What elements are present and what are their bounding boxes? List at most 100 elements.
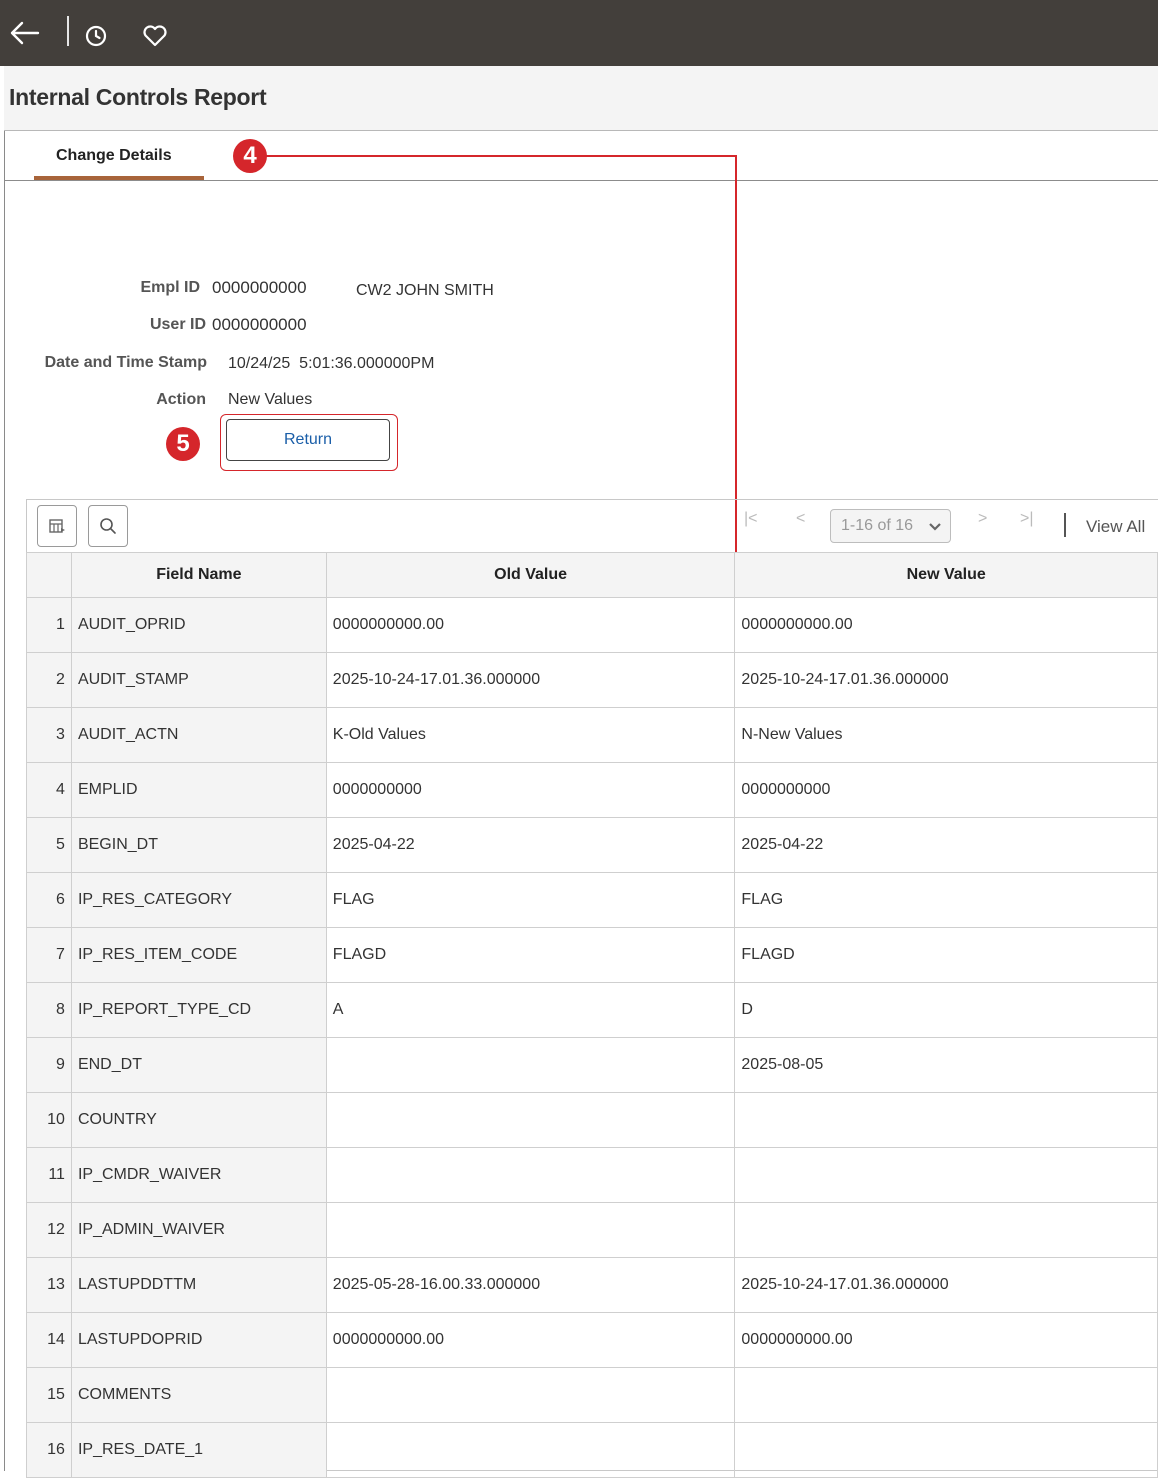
row-number-header bbox=[26, 552, 72, 598]
page-range-text: 1-16 of 16 bbox=[841, 517, 914, 534]
row-number: 16 bbox=[26, 1422, 72, 1478]
user-id-value: 0000000000 bbox=[212, 315, 307, 334]
user-id-label: User ID bbox=[149, 316, 206, 333]
field-name-cell: LASTUPDOPRID bbox=[70, 1312, 327, 1368]
last-page-icon[interactable]: >| bbox=[1020, 510, 1034, 528]
grid-header-row: Field Name Old Value New Value bbox=[26, 552, 1158, 598]
new-value-cell: 0000000000 bbox=[734, 762, 1158, 818]
row-number: 3 bbox=[26, 707, 72, 763]
field-name-cell: IP_RES_DATE_1 bbox=[70, 1422, 327, 1478]
page-range-select[interactable]: 1-16 of 16 bbox=[830, 509, 951, 543]
table-row: 11 IP_CMDR_WAIVER bbox=[26, 1147, 1158, 1203]
new-value-cell bbox=[734, 1147, 1158, 1203]
date-time-stamp-value: 10/24/25 5:01:36.000000PM bbox=[228, 355, 435, 372]
row-number: 5 bbox=[26, 817, 72, 873]
new-value-cell bbox=[734, 1367, 1158, 1423]
row-number: 8 bbox=[26, 982, 72, 1038]
new-value-cell bbox=[734, 1202, 1158, 1258]
return-button[interactable]: Return bbox=[226, 419, 390, 461]
table-row: 1 AUDIT_OPRID 0000000000.00 0000000000.00 bbox=[26, 597, 1158, 653]
old-value-cell bbox=[325, 1037, 736, 1093]
old-value-cell: 0000000000.00 bbox=[325, 597, 736, 653]
first-page-icon[interactable]: |< bbox=[744, 510, 758, 528]
old-value-cell: 0000000000.00 bbox=[325, 1312, 736, 1368]
field-name-cell: IP_ADMIN_WAIVER bbox=[70, 1202, 327, 1258]
find-in-grid-button[interactable] bbox=[88, 505, 128, 547]
action-value: New Values bbox=[228, 391, 313, 408]
banner-divider bbox=[67, 16, 69, 46]
new-value-cell bbox=[734, 1422, 1158, 1478]
new-value-cell: 2025-10-24-17.01.36.000000 bbox=[734, 1257, 1158, 1313]
old-value-cell: FLAGD bbox=[325, 927, 736, 983]
row-number: 4 bbox=[26, 762, 72, 818]
new-value-cell: 0000000000.00 bbox=[734, 1312, 1158, 1368]
chevron-down-icon bbox=[929, 523, 941, 531]
row-number: 6 bbox=[26, 872, 72, 928]
table-row: 3 AUDIT_ACTN K-Old Values N-New Values bbox=[26, 707, 1158, 763]
table-row: 14 LASTUPDOPRID 0000000000.00 0000000000.00 bbox=[26, 1312, 1158, 1368]
field-name-cell: IP_REPORT_TYPE_CD bbox=[70, 982, 327, 1038]
field-name-cell: AUDIT_STAMP bbox=[70, 652, 327, 708]
callout-5-badge: 5 bbox=[166, 427, 200, 461]
field-name-cell: IP_RES_CATEGORY bbox=[70, 872, 327, 928]
field-name-cell: BEGIN_DT bbox=[70, 817, 327, 873]
page-title-bar: Internal Controls Report bbox=[4, 66, 1158, 131]
field-name-header[interactable]: Field Name bbox=[70, 552, 327, 598]
row-number: 10 bbox=[26, 1092, 72, 1148]
new-value-cell: 2025-08-05 bbox=[734, 1037, 1158, 1093]
next-page-icon[interactable]: > bbox=[978, 510, 987, 528]
employee-name: CW2 JOHN SMITH bbox=[356, 282, 494, 299]
row-number: 11 bbox=[26, 1147, 72, 1203]
field-name-cell: IP_CMDR_WAIVER bbox=[70, 1147, 327, 1203]
field-name-cell: AUDIT_ACTN bbox=[70, 707, 327, 763]
new-value-cell: 0000000000.00 bbox=[734, 597, 1158, 653]
field-name-cell: LASTUPDDTTM bbox=[70, 1257, 327, 1313]
pager-divider bbox=[1064, 513, 1066, 537]
row-number: 13 bbox=[26, 1257, 72, 1313]
personalize-grid-button[interactable] bbox=[37, 505, 77, 547]
old-value-cell bbox=[325, 1202, 736, 1258]
table-row: 10 COUNTRY bbox=[26, 1092, 1158, 1148]
tab-change-details[interactable]: Change Details bbox=[34, 131, 204, 180]
row-number: 15 bbox=[26, 1367, 72, 1423]
table-row: 9 END_DT 2025-08-05 bbox=[26, 1037, 1158, 1093]
old-value-cell: 2025-05-28-16.00.33.000000 bbox=[325, 1257, 736, 1313]
change-details-grid: Field Name Old Value New Value 1 AUDIT_OP… bbox=[26, 552, 1158, 1478]
table-row: 6 IP_RES_CATEGORY FLAG FLAG bbox=[26, 872, 1158, 928]
previous-page-icon[interactable]: < bbox=[796, 510, 805, 528]
row-number: 2 bbox=[26, 652, 72, 708]
field-name-cell: AUDIT_OPRID bbox=[70, 597, 327, 653]
old-value-cell: 0000000000 bbox=[325, 762, 736, 818]
history-icon[interactable] bbox=[84, 24, 108, 53]
callout-4-line-vertical bbox=[735, 155, 737, 555]
row-number: 7 bbox=[26, 927, 72, 983]
old-value-cell: 2025-10-24-17.01.36.000000 bbox=[325, 652, 736, 708]
table-row: 15 COMMENTS bbox=[26, 1367, 1158, 1423]
old-value-cell: A bbox=[325, 982, 736, 1038]
top-banner bbox=[0, 0, 1158, 66]
new-value-cell: FLAG bbox=[734, 872, 1158, 928]
empl-id-label: Empl ID bbox=[140, 279, 200, 296]
old-value-cell: FLAG bbox=[325, 872, 736, 928]
back-arrow-icon[interactable] bbox=[8, 18, 40, 53]
view-all-link[interactable]: View All bbox=[1086, 517, 1145, 537]
table-row: 5 BEGIN_DT 2025-04-22 2025-04-22 bbox=[26, 817, 1158, 873]
row-number: 12 bbox=[26, 1202, 72, 1258]
new-value-header[interactable]: New Value bbox=[734, 552, 1158, 598]
grid-settings-icon bbox=[49, 519, 65, 533]
table-row: 2 AUDIT_STAMP 2025-10-24-17.01.36.000000 20… bbox=[26, 652, 1158, 708]
field-name-cell: EMPLID bbox=[70, 762, 327, 818]
new-value-cell bbox=[734, 1092, 1158, 1148]
date-time-stamp-label: Date and Time Stamp bbox=[44, 354, 207, 371]
table-row: 7 IP_RES_ITEM_CODE FLAGD FLAGD bbox=[26, 927, 1158, 983]
old-value-cell bbox=[325, 1422, 736, 1478]
field-name-cell: COUNTRY bbox=[70, 1092, 327, 1148]
action-label: Action bbox=[156, 391, 206, 408]
new-value-cell: N-New Values bbox=[734, 707, 1158, 763]
table-row: 4 EMPLID 0000000000 0000000000 bbox=[26, 762, 1158, 818]
tab-change-details-label: Change Details bbox=[56, 147, 172, 164]
old-value-cell: 2025-04-22 bbox=[325, 817, 736, 873]
favorite-heart-icon[interactable] bbox=[142, 24, 168, 53]
new-value-cell: 2025-04-22 bbox=[734, 817, 1158, 873]
old-value-header[interactable]: Old Value bbox=[325, 552, 736, 598]
